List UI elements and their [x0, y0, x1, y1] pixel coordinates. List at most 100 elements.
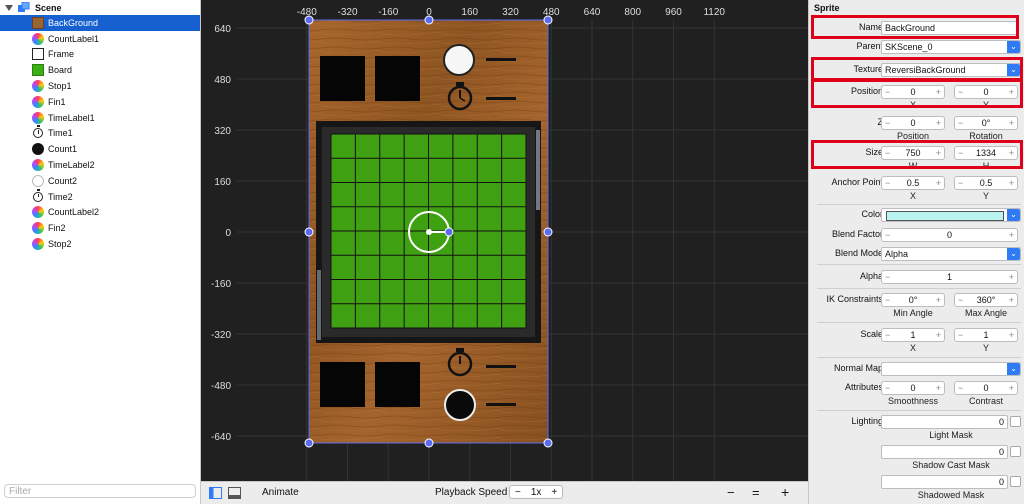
- color-well[interactable]: ⌄: [881, 208, 1021, 222]
- shadow-cast-mask-field[interactable]: 0: [881, 445, 1008, 459]
- playback-increment[interactable]: +: [546, 487, 562, 498]
- blend-factor-stepper[interactable]: − 0 +: [881, 228, 1018, 242]
- blend-mode-label: Blend Mode: [834, 248, 883, 258]
- filter-input[interactable]: Filter: [4, 484, 196, 498]
- light-mask-field[interactable]: 0: [881, 415, 1008, 429]
- increment-icon[interactable]: +: [1009, 272, 1014, 282]
- outline-item-countlabel1[interactable]: CountLabel1: [0, 31, 200, 47]
- bottom-panel-toggle-icon[interactable]: [228, 487, 241, 502]
- resize-handle[interactable]: [424, 15, 434, 25]
- resize-handle[interactable]: [543, 15, 553, 25]
- zoom-in-button[interactable]: +: [781, 484, 789, 500]
- decrement-icon[interactable]: −: [885, 230, 890, 240]
- decrement-icon[interactable]: −: [958, 383, 963, 393]
- decrement-icon[interactable]: −: [958, 295, 963, 305]
- increment-icon[interactable]: +: [1009, 230, 1014, 240]
- increment-icon[interactable]: +: [936, 295, 941, 305]
- resize-handle[interactable]: [543, 438, 553, 448]
- anchor-label: Anchor Point: [831, 177, 883, 187]
- outline-item-background[interactable]: BackGround: [0, 15, 200, 31]
- outline-item-stop2[interactable]: Stop2: [0, 236, 200, 252]
- alpha-stepper[interactable]: − 1 +: [881, 270, 1018, 284]
- anchor-x-stepper[interactable]: − 0.5 +: [881, 176, 945, 190]
- increment-icon[interactable]: +: [1009, 295, 1014, 305]
- scene-canvas[interactable]: -480 -320 -160 0 160 320 480 640 800 960 1120 640 48…: [201, 0, 808, 481]
- x-tick-label: -320: [337, 7, 357, 18]
- outline-item-time2[interactable]: Time2: [0, 188, 200, 205]
- outline-item-timelabel2[interactable]: TimeLabel2: [0, 157, 200, 173]
- resize-handle[interactable]: [304, 227, 314, 237]
- parent-popup[interactable]: SKScene_0 ⌄: [881, 40, 1021, 54]
- decrement-icon[interactable]: −: [885, 330, 890, 340]
- increment-icon[interactable]: +: [1009, 178, 1014, 188]
- scale-x-stepper[interactable]: − 1 +: [881, 328, 945, 342]
- increment-icon[interactable]: +: [936, 118, 941, 128]
- decrement-icon[interactable]: −: [885, 118, 890, 128]
- decrement-icon[interactable]: −: [885, 295, 890, 305]
- ik-row: IK Constraints − 0° + Min Angle − 360° +…: [809, 292, 1024, 318]
- shadowed-mask-field[interactable]: 0: [881, 475, 1008, 489]
- canvas-toolbar: Animate Playback Speed − 1x + − = +: [201, 481, 808, 504]
- outline-item-time1[interactable]: Time1: [0, 125, 200, 142]
- outline-item-label: Stop1: [48, 81, 72, 92]
- increment-icon[interactable]: +: [936, 178, 941, 188]
- ik-max-value: 360°: [976, 295, 996, 305]
- scene-root-row[interactable]: Scene: [0, 0, 200, 15]
- decrement-icon[interactable]: −: [958, 330, 963, 340]
- ik-max-stepper[interactable]: − 360° +: [954, 293, 1018, 307]
- outline-item-count2[interactable]: Count2: [0, 173, 200, 189]
- count2-black-disc[interactable]: [444, 389, 476, 421]
- blend-mode-popup[interactable]: Alpha ⌄: [881, 247, 1021, 261]
- outline-item-fin2[interactable]: Fin2: [0, 220, 200, 236]
- anchor-row: Anchor Point − 0.5 + X − 0.5 + Y: [809, 175, 1024, 201]
- decrement-icon[interactable]: −: [885, 383, 890, 393]
- sidebar-toggle-icon[interactable]: [209, 487, 222, 502]
- section-divider: [817, 410, 1021, 411]
- shadow-cast-checkbox[interactable]: [1010, 446, 1021, 457]
- increment-icon[interactable]: +: [1009, 330, 1014, 340]
- outline-item-fin1[interactable]: Fin1: [0, 94, 200, 110]
- ik-min-stepper[interactable]: − 0° +: [881, 293, 945, 307]
- increment-icon[interactable]: +: [936, 330, 941, 340]
- outline-item-frame[interactable]: Frame: [0, 47, 200, 63]
- contrast-stepper[interactable]: − 0 +: [954, 381, 1018, 395]
- playback-decrement[interactable]: −: [510, 487, 526, 498]
- resize-handle[interactable]: [424, 438, 434, 448]
- count1-white-disc[interactable]: [443, 44, 475, 76]
- scale-y-caption: Y: [982, 343, 989, 353]
- resize-handle[interactable]: [304, 15, 314, 25]
- disclosure-triangle-icon[interactable]: [5, 4, 13, 11]
- resize-handle[interactable]: [444, 227, 454, 237]
- rotation-stepper[interactable]: − 0° +: [954, 116, 1018, 130]
- decrement-icon[interactable]: −: [958, 178, 963, 188]
- playback-speed-stepper[interactable]: − 1x +: [509, 485, 563, 499]
- increment-icon[interactable]: +: [1009, 118, 1014, 128]
- outline-item-count1[interactable]: Count1: [0, 141, 200, 157]
- animate-button[interactable]: Animate: [262, 487, 299, 498]
- scale-y-value: 1: [983, 330, 989, 340]
- increment-icon[interactable]: +: [1009, 383, 1014, 393]
- scale-y-stepper[interactable]: − 1 +: [954, 328, 1018, 342]
- time-label1-dashes: [486, 97, 516, 100]
- decrement-icon[interactable]: −: [885, 272, 890, 282]
- increment-icon[interactable]: +: [936, 383, 941, 393]
- outline-item-board[interactable]: Board: [0, 62, 200, 78]
- attributes-label: Attributes: [844, 382, 883, 392]
- resize-handle[interactable]: [304, 438, 314, 448]
- outline-item-stop1[interactable]: Stop1: [0, 78, 200, 94]
- zoom-out-button[interactable]: −: [727, 485, 735, 500]
- zoom-reset-button[interactable]: =: [752, 485, 760, 500]
- outline-item-countlabel2[interactable]: CountLabel2: [0, 205, 200, 221]
- normal-map-popup[interactable]: ⌄: [881, 362, 1021, 376]
- shadowed-checkbox[interactable]: [1010, 476, 1021, 487]
- resize-handle[interactable]: [543, 227, 553, 237]
- attributes-inspector: Sprite Name BackGround Parent SKScene_0 …: [808, 0, 1024, 504]
- anchor-y-stepper[interactable]: − 0.5 +: [954, 176, 1018, 190]
- color-row: Color ⌄: [809, 207, 1024, 223]
- smoothness-stepper[interactable]: − 0 +: [881, 381, 945, 395]
- z-position-stepper[interactable]: − 0 +: [881, 116, 945, 130]
- light-mask-checkbox[interactable]: [1010, 416, 1021, 427]
- outline-item-timelabel1[interactable]: TimeLabel1: [0, 110, 200, 126]
- decrement-icon[interactable]: −: [958, 118, 963, 128]
- decrement-icon[interactable]: −: [885, 178, 890, 188]
